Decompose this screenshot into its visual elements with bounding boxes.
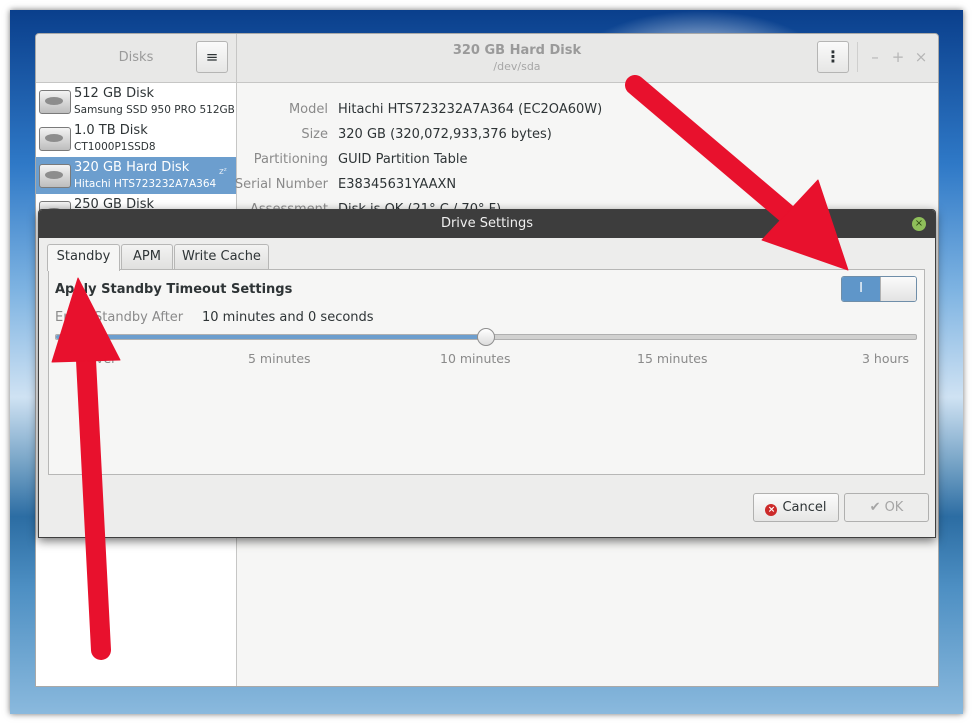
cancel-icon: × — [765, 504, 778, 516]
apply-standby-switch[interactable]: I — [841, 276, 917, 302]
drive-model: CT1000P1SSD8 — [74, 141, 156, 153]
menu-button[interactable]: ≡ — [196, 41, 228, 73]
close-icon[interactable]: × — [913, 48, 929, 66]
tab-standby[interactable]: Standby — [47, 244, 120, 271]
drive-model: Hitachi HTS723232A7A364 — [74, 178, 217, 190]
slider-mark: Never — [79, 351, 117, 366]
property-key: Model — [288, 102, 328, 117]
dialog-close-icon[interactable]: × — [912, 217, 926, 231]
slider-mark: 5 minutes — [248, 351, 311, 366]
switch-knob[interactable] — [880, 277, 916, 301]
maximize-icon[interactable]: + — [890, 48, 906, 66]
standby-timeout-label: Enter Standby After — [55, 310, 184, 325]
standby-slider[interactable] — [55, 328, 917, 346]
property-key: Serial Number — [234, 177, 328, 192]
slider-mark: 10 minutes — [440, 351, 511, 366]
header-separator — [857, 42, 858, 72]
checkmark-icon: ✔ — [869, 500, 881, 515]
hard-disk-icon — [39, 164, 71, 188]
dialog-titlebar: Drive Settings × — [39, 210, 935, 238]
tab-write-cache[interactable]: Write Cache — [174, 244, 269, 269]
property-value: GUID Partition Table — [338, 152, 468, 167]
drive-name: 512 GB Disk — [74, 86, 154, 101]
ok-button[interactable]: ✔ OK — [844, 493, 929, 522]
slider-handle[interactable] — [477, 328, 495, 346]
switch-on-indicator: I — [842, 277, 880, 301]
property-row: Size 320 GB (320,072,933,376 bytes) — [237, 127, 837, 147]
cancel-label: Cancel — [782, 500, 827, 515]
property-row: Model Hitachi HTS723232A7A364 (EC2OA60W) — [237, 102, 837, 122]
hard-disk-icon — [39, 90, 71, 114]
property-row: Serial Number E38345631YAAXN — [234, 177, 837, 197]
header-subtitle: /dev/sda — [493, 60, 541, 73]
standby-panel: Apply Standby Timeout Settings I Enter S… — [48, 269, 925, 475]
drive-item-selected[interactable]: 320 GB Hard Disk Hitachi HTS723232A7A364… — [36, 157, 236, 194]
property-value: E38345631YAAXN — [338, 177, 457, 192]
property-value: 320 GB (320,072,933,376 bytes) — [338, 127, 552, 142]
hard-disk-icon — [39, 127, 71, 151]
drive-name: 320 GB Hard Disk — [74, 160, 190, 175]
drive-model: Samsung SSD 950 PRO 512GB — [74, 104, 235, 116]
ok-label: OK — [884, 500, 904, 515]
desktop-background: Disks ≡ 320 GB Hard Disk /dev/sda ⋮ – + … — [10, 10, 963, 714]
property-value: Hitachi HTS723232A7A364 (EC2OA60W) — [338, 102, 603, 117]
dialog-title: Drive Settings — [440, 216, 534, 231]
drive-item[interactable]: 512 GB Disk Samsung SSD 950 PRO 512GB — [36, 83, 236, 120]
drive-options-button[interactable]: ⋮ — [817, 41, 849, 73]
apply-standby-label: Apply Standby Timeout Settings — [55, 282, 293, 297]
sidebar-header: Disks ≡ — [36, 34, 237, 83]
header-title: 320 GB Hard Disk — [452, 43, 582, 58]
property-row: Partitioning GUID Partition Table — [237, 152, 837, 172]
drive-name: 1.0 TB Disk — [74, 123, 148, 138]
drive-settings-dialog: Drive Settings × Standby APM Write Cache… — [38, 209, 936, 538]
tab-apm[interactable]: APM — [121, 244, 173, 269]
slider-mark: 15 minutes — [637, 351, 708, 366]
property-key: Size — [301, 127, 328, 142]
standby-timeout-value: 10 minutes and 0 seconds — [202, 310, 374, 325]
cancel-button[interactable]: × Cancel — [753, 493, 839, 522]
drive-item[interactable]: 1.0 TB Disk CT1000P1SSD8 — [36, 120, 236, 157]
content-header: 320 GB Hard Disk /dev/sda ⋮ – + × — [237, 34, 938, 83]
sleep-icon: zᶻ — [219, 167, 228, 177]
slider-fill — [56, 335, 486, 339]
slider-mark: 3 hours — [862, 351, 910, 366]
property-key: Partitioning — [253, 152, 328, 167]
minimize-icon[interactable]: – — [867, 48, 883, 66]
